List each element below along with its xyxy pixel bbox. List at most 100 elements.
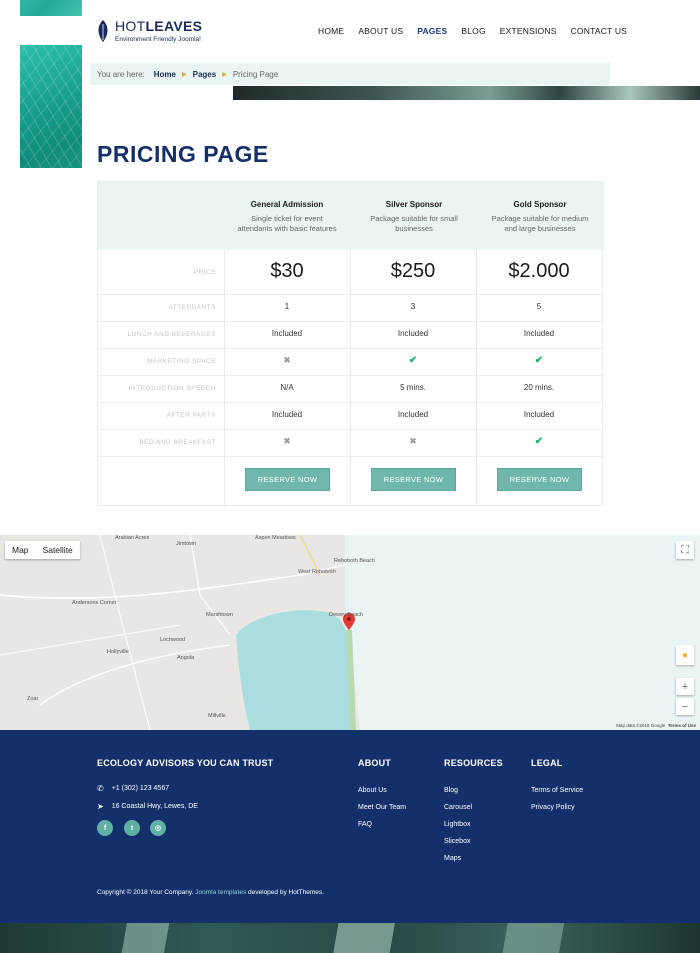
column-divider [350, 250, 351, 507]
plan-description: Package suitable for medium and large bus… [477, 214, 603, 234]
reserve-button-silver[interactable]: RESERVE NOW [371, 468, 456, 491]
breadcrumb-prefix: You are here: [97, 69, 145, 79]
page-title: PRICING PAGE [97, 141, 269, 167]
row-divider [98, 294, 604, 295]
reserve-button-general[interactable]: RESERVE NOW [245, 468, 330, 491]
row-divider [98, 348, 604, 349]
attendants-silver: 3 [410, 302, 416, 311]
price-silver: $250 [390, 260, 436, 282]
map-data-text: Map data ©2018 Google [616, 723, 666, 728]
row-label-lunch: LUNCH AND BEVERAGES [127, 331, 216, 338]
zoom-out-button[interactable]: − [676, 698, 694, 715]
plan-description-line-1: Single ticket for event [251, 214, 323, 223]
speech-silver: 5 mins. [400, 383, 426, 392]
pricing-table: General Admission Single ticket for even… [97, 181, 604, 507]
footer-link-about-us[interactable]: About Us [358, 787, 387, 794]
instagram-icon[interactable]: ◎ [150, 820, 166, 836]
leaf-decoration-top [20, 0, 82, 16]
nav-extensions[interactable]: EXTENSIONS [500, 26, 557, 36]
row-label-attendants: ATTENDANTS [168, 304, 216, 311]
breadcrumb-home[interactable]: Home [154, 70, 176, 79]
footer-link-meet-team[interactable]: Meet Our Team [358, 804, 406, 811]
map-type-map[interactable]: Map [5, 541, 36, 559]
breadcrumb: You are here: Home ▶ Pages ▶ Pricing Pag… [90, 63, 610, 85]
joomla-templates-link[interactable]: Joomla templates [195, 889, 246, 896]
footer-address: ➤ 16 Coastal Hwy, Lewes, DE [97, 802, 198, 811]
map-place-label: Jimtown [176, 541, 197, 547]
plan-name: Gold Sponsor [513, 200, 567, 209]
row-divider [98, 429, 604, 430]
footer-link-privacy[interactable]: Privacy Policy [531, 804, 575, 811]
speech-gold: 20 mins. [523, 383, 555, 392]
site-logo[interactable]: HOTLEAVES Environment Friendly Joomla! [97, 19, 202, 43]
footer-address-text: 16 Coastal Hwy, Lewes, DE [111, 803, 198, 810]
column-divider [476, 250, 477, 507]
nav-blog[interactable]: BLOG [461, 26, 485, 36]
breadcrumb-separator-icon: ▶ [181, 71, 187, 78]
map-place-label: Dewey Beach [329, 612, 363, 618]
footer-link-lightbox[interactable]: Lightbox [444, 821, 470, 828]
breadcrumb-pages[interactable]: Pages [193, 70, 217, 79]
plan-description-line-1: Package suitable for medium [491, 214, 589, 223]
location-arrow-icon: ➤ [97, 802, 104, 811]
footer-about-title: ABOUT [358, 758, 391, 768]
map-place-label: Andersons Corner [72, 600, 117, 606]
plan-description-line-2: businesses [395, 224, 433, 234]
plan-name: Silver Sponsor [385, 200, 443, 209]
row-divider [98, 321, 604, 322]
after-party-gold: Included [523, 410, 555, 419]
after-party-general: Included [271, 410, 303, 419]
reserve-button-gold[interactable]: RESERVE NOW [497, 468, 582, 491]
leaf-banner-strip [233, 86, 700, 100]
map-place-label: Zoar [27, 696, 39, 702]
plan-description-line-2: attendants with basic features [237, 224, 337, 234]
map-place-label: Rehoboth Beach [334, 558, 375, 564]
footer-title: ECOLOGY ADVISORS YOU CAN TRUST [97, 758, 274, 768]
nav-home[interactable]: HOME [318, 26, 344, 36]
footer-link-terms[interactable]: Terms of Service [531, 787, 583, 794]
fullscreen-icon[interactable]: ⛶ [676, 541, 694, 559]
row-label-after-party: AFTER PARTY [166, 412, 216, 419]
lunch-silver: Included [397, 329, 429, 338]
brand-name: HOTLEAVES [115, 19, 202, 33]
copyright-developer: developed by HotThemes. [248, 889, 324, 896]
footer-link-maps[interactable]: Maps [444, 855, 461, 862]
map-terms-link[interactable]: Terms of Use [668, 723, 696, 728]
nav-pages[interactable]: PAGES [417, 26, 447, 36]
facebook-icon[interactable]: f [97, 820, 113, 836]
twitter-icon[interactable]: t [124, 820, 140, 836]
row-label-speech: INTRODUCTION SPEECH [128, 385, 216, 392]
footer-link-faq[interactable]: FAQ [358, 821, 372, 828]
map-type-control: Map Satellite [5, 541, 80, 559]
bay-area [236, 610, 355, 730]
cross-icon: ✖ [283, 355, 291, 365]
map-place-label: West Rehoboth [298, 569, 336, 575]
speech-general: N/A [280, 383, 294, 392]
attendants-gold: 5 [536, 302, 542, 311]
nav-about-us[interactable]: ABOUT US [358, 26, 403, 36]
map-attribution: Map data ©2018 Google Terms of Use [616, 723, 696, 728]
check-icon: ✔ [408, 355, 418, 366]
footer-link-carousel[interactable]: Carousel [444, 804, 472, 811]
leaf-logo-icon [98, 20, 108, 42]
zoom-in-button[interactable]: + [676, 678, 694, 695]
footer-link-slicebox[interactable]: Slicebox [444, 838, 470, 845]
phone-icon: ✆ [97, 784, 104, 793]
nav-contact-us[interactable]: CONTACT US [571, 26, 627, 36]
plan-description: Package suitable for small businesses [351, 214, 477, 234]
map-type-satellite[interactable]: Satellite [36, 541, 80, 559]
cross-icon: ✖ [409, 436, 417, 446]
plan-header-general: General Admission Single ticket for even… [224, 200, 350, 234]
footer-link-blog[interactable]: Blog [444, 787, 458, 794]
map-place-label: Hollyville [107, 649, 129, 655]
map-place-label: Millville [208, 713, 226, 719]
plan-name: General Admission [250, 200, 324, 209]
brand-tagline: Environment Friendly Joomla! [115, 36, 201, 43]
price-gold: $2.000 [508, 260, 570, 282]
pegman-icon[interactable]: ● [676, 645, 694, 665]
map-place-label: Lochwood [160, 637, 186, 643]
google-map[interactable]: Arabian Acres Jimtown Aspen Meadows Reho… [0, 535, 700, 730]
check-icon: ✔ [534, 355, 544, 366]
after-party-silver: Included [397, 410, 429, 419]
plan-description-line-1: Package suitable for small [370, 214, 458, 223]
